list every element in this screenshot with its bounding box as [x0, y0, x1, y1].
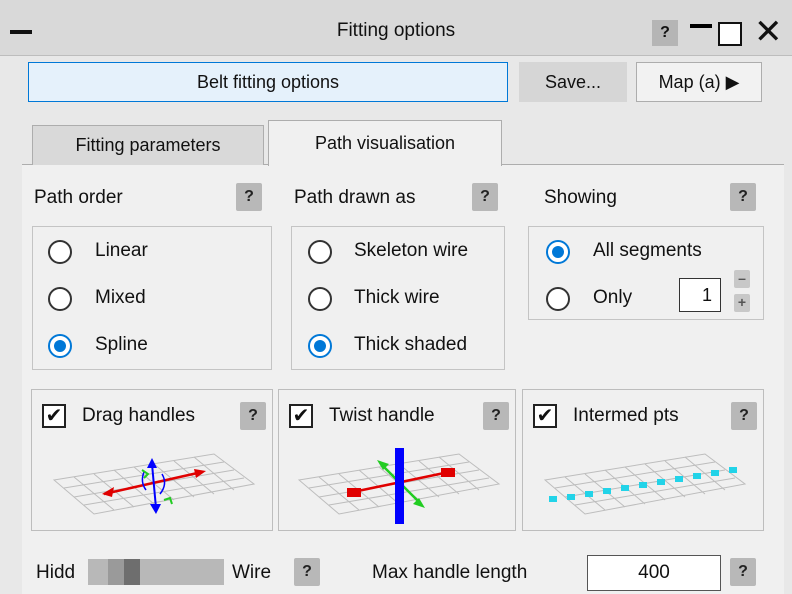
intermed-pts-checkbox[interactable]: ✔	[533, 404, 557, 428]
radio-all-segments[interactable]	[546, 240, 570, 264]
showing-group: All segments Only	[528, 226, 764, 320]
showing-label: Showing	[544, 187, 617, 208]
path-drawn-as-help-button[interactable]: ?	[472, 183, 498, 211]
drag-handles-label: Drag handles	[82, 405, 196, 426]
radio-spline[interactable]	[48, 334, 72, 358]
decrement-button[interactable]: –	[734, 270, 750, 288]
only-segment-input[interactable]: 1	[679, 278, 721, 312]
maximize-icon[interactable]	[718, 22, 742, 46]
slider-left-label: Hidd	[36, 562, 76, 583]
twist-handle-help-button[interactable]: ?	[483, 402, 509, 430]
slider-right-label: Wire	[232, 562, 272, 583]
radio-thick-shaded[interactable]	[308, 334, 332, 358]
minimize-icon[interactable]	[690, 24, 712, 28]
twist-handle-label: Twist handle	[329, 405, 435, 426]
option-linear-label: Linear	[95, 240, 148, 261]
intermed-pts-help-button[interactable]: ?	[731, 402, 757, 430]
radio-skeleton-wire[interactable]	[308, 240, 332, 264]
max-handle-length-input[interactable]: 400	[587, 555, 721, 591]
radio-only[interactable]	[546, 287, 570, 311]
path-order-group: Linear Mixed Spline	[32, 226, 272, 370]
option-skeleton-wire-label: Skeleton wire	[354, 240, 469, 261]
slider-shadow	[108, 559, 124, 585]
tab-fitting-parameters[interactable]: Fitting parameters	[32, 125, 264, 165]
intermed-pts-label: Intermed pts	[573, 405, 679, 426]
path-order-label: Path order	[34, 187, 123, 208]
max-handle-length-label: Max handle length	[372, 562, 528, 583]
path-order-help-button[interactable]: ?	[236, 183, 262, 211]
option-thick-shaded-label: Thick shaded	[354, 334, 468, 355]
radio-thick-wire[interactable]	[308, 287, 332, 311]
path-drawn-as-label: Path drawn as	[294, 187, 416, 208]
drag-handles-checkbox[interactable]: ✔	[42, 404, 66, 428]
option-all-segments-label: All segments	[593, 240, 702, 261]
hidden-wire-slider-thumb[interactable]	[124, 559, 140, 585]
twist-handle-illustration	[297, 448, 501, 524]
drag-handles-help-button[interactable]: ?	[240, 402, 266, 430]
option-only-label: Only	[593, 287, 633, 308]
tab-path-visualisation[interactable]: Path visualisation	[268, 120, 502, 166]
twist-handle-checkbox[interactable]: ✔	[289, 404, 313, 428]
belt-fitting-options-button[interactable]: Belt fitting options	[28, 62, 508, 102]
radio-mixed[interactable]	[48, 287, 72, 311]
showing-help-button[interactable]: ?	[730, 183, 756, 211]
window-help-button[interactable]: ?	[652, 20, 678, 46]
map-button[interactable]: Map (a) ▶	[636, 62, 762, 102]
path-drawn-as-group: Skeleton wire Thick wire Thick shaded	[291, 226, 505, 370]
option-spline-label: Spline	[95, 334, 148, 355]
increment-button[interactable]: +	[734, 294, 750, 312]
intermed-pts-illustration	[543, 453, 747, 515]
max-handle-length-help-button[interactable]: ?	[730, 558, 756, 586]
title-bar: Fitting options ? ✕	[0, 0, 792, 56]
option-mixed-label: Mixed	[95, 287, 146, 308]
close-icon[interactable]: ✕	[754, 14, 783, 50]
twist-handle-panel: ✔ Twist handle ?	[278, 389, 516, 531]
radio-linear[interactable]	[48, 240, 72, 264]
drag-handles-illustration	[52, 453, 256, 515]
drag-handles-panel: ✔ Drag handles ?	[31, 389, 273, 531]
option-thick-wire-label: Thick wire	[354, 287, 440, 308]
intermed-pts-panel: ✔ Intermed pts ?	[522, 389, 764, 531]
slider-help-button[interactable]: ?	[294, 558, 320, 586]
save-button[interactable]: Save...	[519, 62, 627, 102]
